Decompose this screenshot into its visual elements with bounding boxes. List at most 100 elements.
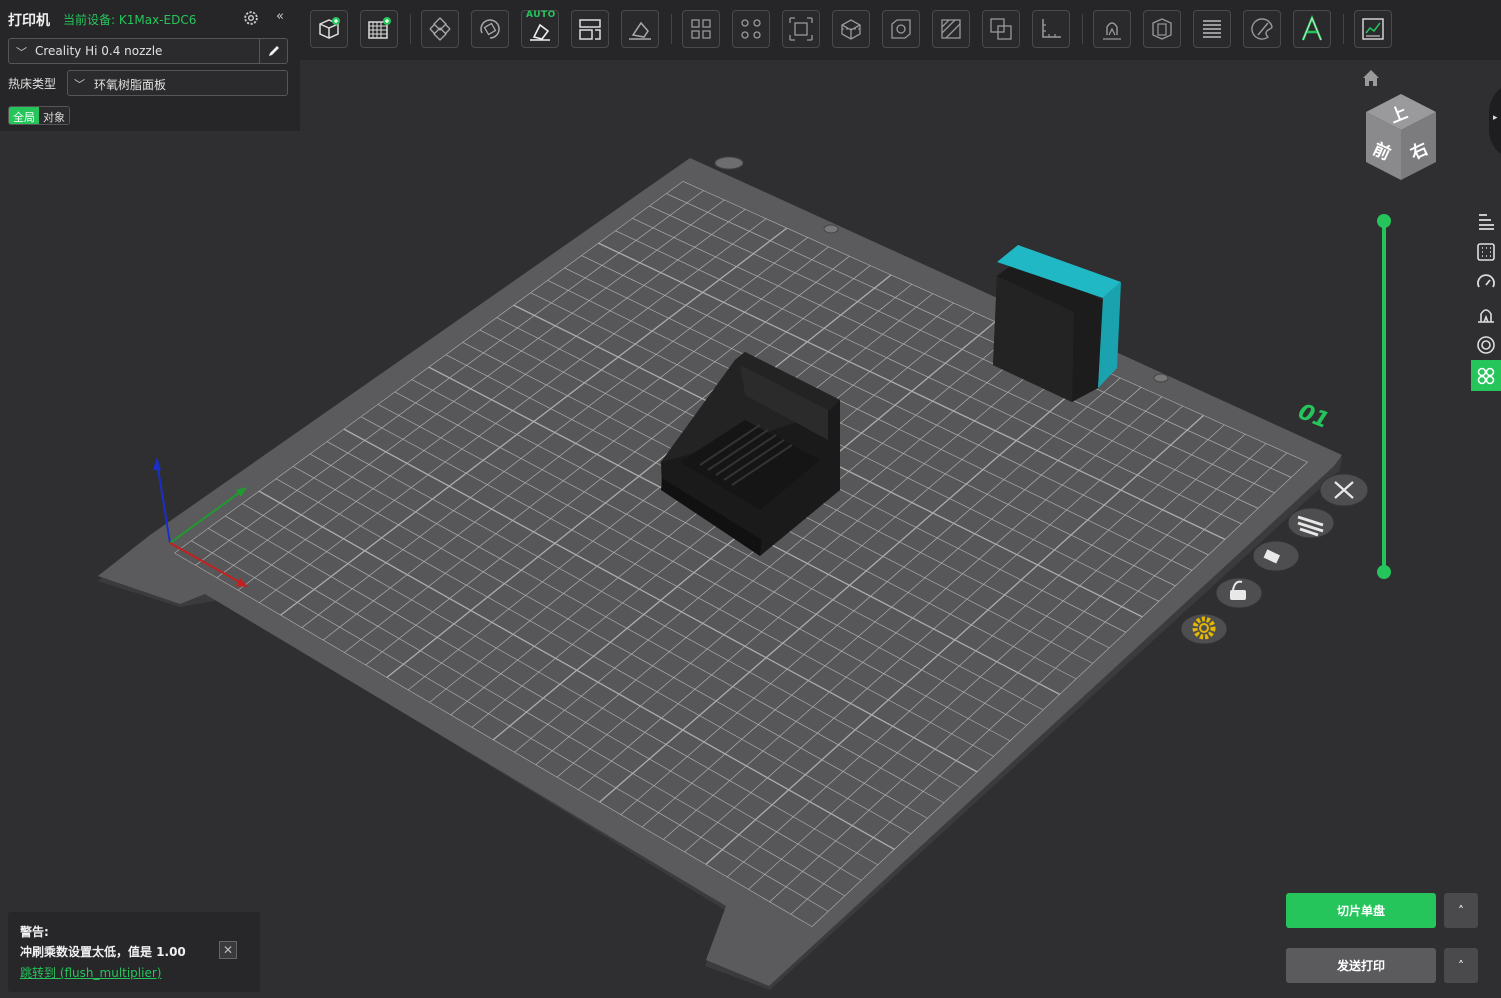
plate-settings-icon — [1477, 242, 1495, 261]
scale-button[interactable] — [782, 10, 820, 48]
slice-options-button[interactable]: ˄ — [1444, 893, 1478, 928]
move-button[interactable] — [421, 10, 459, 48]
text-button[interactable] — [1293, 10, 1331, 48]
printer-title: 打印机 — [8, 13, 50, 29]
split-parts-button[interactable] — [732, 10, 770, 48]
bed-type-label: 热床类型 — [8, 77, 57, 91]
support-button[interactable] — [1471, 298, 1501, 329]
nozzle-select[interactable]: ﹀ Creality Hi 0.4 nozzle — [8, 38, 288, 64]
warning-jump-link[interactable]: 跳转到 (flush_multiplier) — [20, 964, 161, 981]
bed-clip — [823, 224, 839, 234]
lock-plate-button[interactable] — [1215, 577, 1263, 609]
auto-orient-button[interactable]: AUTO — [521, 10, 559, 48]
cut-button[interactable] — [832, 10, 870, 48]
view-cube[interactable]: 上 前 右 — [1362, 92, 1440, 184]
text-icon — [1301, 15, 1323, 41]
assembly-icon — [1362, 18, 1384, 40]
add-plate-icon — [368, 17, 391, 39]
nozzle-value: Creality Hi 0.4 nozzle — [35, 44, 163, 58]
variable-layer-button[interactable] — [1193, 10, 1231, 48]
bed-type-value: 环氧树脂面板 — [94, 78, 167, 92]
layer-button[interactable] — [1143, 10, 1181, 48]
layer-slider[interactable] — [1376, 213, 1392, 581]
main-toolbar: AUTO — [300, 0, 1501, 60]
layer-icon — [1152, 18, 1172, 40]
measure-button[interactable] — [1032, 10, 1070, 48]
scale-icon — [789, 17, 813, 41]
send-print-button[interactable]: 发送打印 — [1286, 948, 1436, 983]
layer-slider-top-handle[interactable] — [1377, 214, 1391, 228]
split-objects-button[interactable] — [682, 10, 720, 48]
lay-on-face-icon — [629, 21, 651, 40]
seam-paint-icon — [1103, 22, 1121, 40]
object-list-button[interactable] — [1471, 360, 1501, 391]
add-object-icon — [319, 17, 340, 39]
home-icon[interactable] — [1361, 69, 1381, 87]
support-paint-button[interactable] — [932, 10, 970, 48]
delete-plate-button[interactable] — [1319, 473, 1369, 507]
move-icon — [429, 17, 451, 41]
color-paint-button[interactable] — [1243, 10, 1281, 48]
send-options-button[interactable]: ˄ — [1444, 948, 1478, 983]
right-toolbar — [1471, 205, 1501, 391]
tab-object[interactable]: 对象 — [39, 107, 69, 124]
seam-paint-button[interactable] — [1093, 10, 1131, 48]
bed-clip — [714, 156, 744, 170]
assembly-button[interactable] — [1354, 10, 1392, 48]
plate-settings-tool-button[interactable] — [1471, 236, 1501, 267]
variable-layer-icon — [1203, 20, 1221, 38]
split-parts-icon — [741, 19, 761, 39]
add-object-button[interactable] — [310, 10, 348, 48]
boolean-icon — [990, 18, 1012, 40]
layer-slider-bottom-handle[interactable] — [1377, 565, 1391, 579]
gear-icon[interactable] — [242, 9, 260, 27]
layers-list-button[interactable] — [1471, 205, 1501, 236]
support-paint-icon — [941, 19, 961, 39]
plate-settings-button[interactable] — [1180, 613, 1228, 645]
hollow-button[interactable] — [882, 10, 920, 48]
plate-number: 01 — [1295, 399, 1333, 434]
speed-icon — [1477, 273, 1495, 287]
warning-message: 冲刷乘数设置太低，值是 1.00 — [20, 945, 186, 959]
layers-list-icon — [1479, 213, 1494, 230]
measure-icon — [1042, 19, 1061, 38]
object-list-icon — [1477, 367, 1495, 384]
printer-panel: 打印机 当前设备: K1Max-EDC6 « ﹀ Creality Hi 0.4… — [0, 0, 300, 131]
auto-orient-plate-button[interactable] — [1252, 540, 1300, 572]
align-button[interactable] — [571, 10, 609, 48]
bed-clip — [1153, 373, 1169, 383]
3d-viewport[interactable]: 01 — [0, 0, 1501, 998]
hollow-icon — [891, 19, 911, 39]
rotate-icon — [480, 19, 500, 39]
layer-slider-track — [1382, 221, 1386, 573]
speed-button[interactable] — [1471, 267, 1501, 298]
chevron-down-icon: ﹀ — [74, 78, 85, 91]
warning-title: 警告: — [20, 925, 49, 939]
chevron-down-icon: ﹀ — [16, 46, 27, 59]
current-device: 当前设备: K1Max-EDC6 — [63, 13, 197, 27]
tab-global[interactable]: 全局 — [9, 107, 39, 124]
auto-label: AUTO — [526, 10, 556, 20]
split-objects-icon — [691, 19, 711, 39]
add-plate-button[interactable] — [360, 10, 398, 48]
rotate-button[interactable] — [471, 10, 509, 48]
boolean-button[interactable] — [982, 10, 1020, 48]
slicer-app: 01 打印机 当前设备: K1Max-EDC6 « ﹀ Creality Hi … — [0, 0, 1501, 998]
slice-plate-button[interactable]: 切片单盘 — [1286, 893, 1436, 928]
color-paint-icon — [1251, 18, 1273, 40]
scope-tabs: 全局 对象 — [8, 106, 70, 125]
pencil-icon — [268, 46, 279, 56]
edit-printer-button[interactable] — [259, 39, 287, 63]
seam-icon — [1477, 335, 1495, 354]
warning-notification: 警告: 冲刷乘数设置太低，值是 1.00 跳转到 (flush_multipli… — [8, 912, 260, 992]
arrange-plate-button[interactable] — [1287, 507, 1335, 539]
align-icon — [579, 19, 601, 40]
collapse-panel-icon[interactable]: « — [276, 9, 284, 24]
close-icon[interactable]: ✕ — [219, 941, 237, 959]
support-icon — [1478, 308, 1494, 323]
chevron-right-icon: ▸ — [1493, 113, 1498, 123]
seam-button[interactable] — [1471, 329, 1501, 360]
bed-type-select[interactable]: ﹀ 环氧树脂面板 — [67, 70, 288, 96]
lay-on-face-button[interactable] — [621, 10, 659, 48]
cut-icon — [841, 19, 861, 40]
